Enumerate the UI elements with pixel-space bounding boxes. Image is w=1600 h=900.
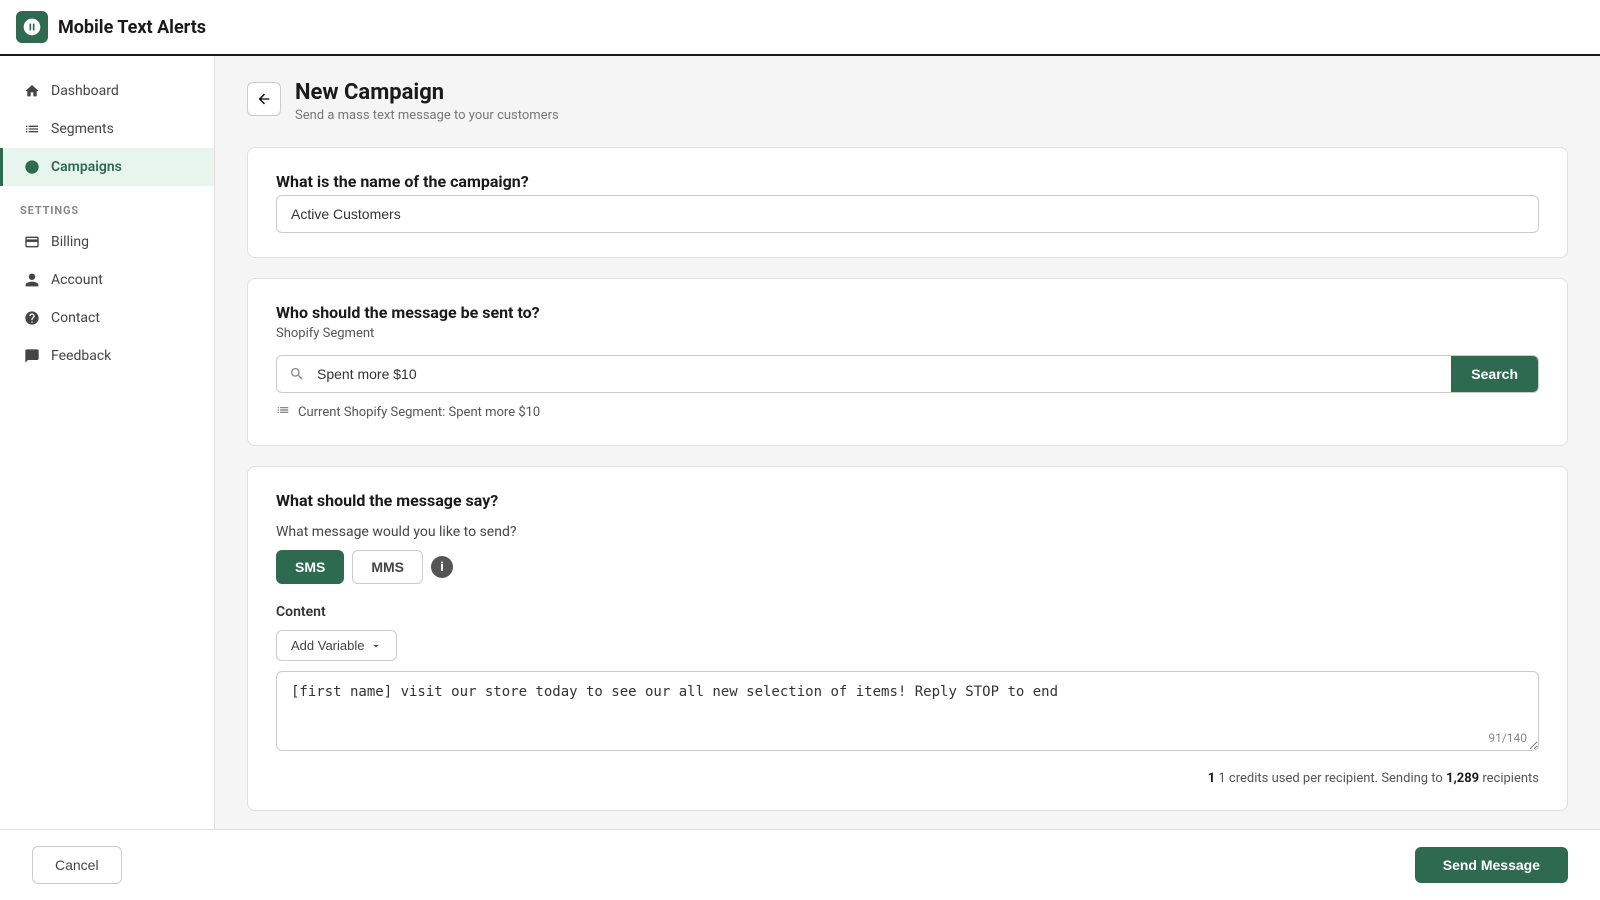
page-title: New Campaign	[295, 80, 559, 105]
contact-icon	[23, 309, 41, 327]
sidebar-label-dashboard: Dashboard	[51, 83, 119, 99]
sidebar-item-campaigns[interactable]: Campaigns	[0, 148, 214, 186]
sidebar-label-account: Account	[51, 272, 103, 288]
settings-heading: SETTINGS	[0, 186, 214, 223]
credits-number: 1	[1208, 771, 1215, 786]
message-card: What should the message say? What messag…	[247, 466, 1568, 811]
message-textarea-wrap: [first name] visit our store today to se…	[276, 671, 1539, 755]
billing-icon	[23, 233, 41, 251]
content-label: Content	[276, 604, 1539, 620]
recipients-title: Who should the message be sent to?	[276, 303, 1539, 322]
sidebar: Dashboard Segments Campaigns SETTINGS Bi…	[0, 56, 215, 829]
sidebar-item-segments[interactable]: Segments	[0, 110, 214, 148]
page-header: New Campaign Send a mass text message to…	[247, 80, 1568, 123]
sidebar-label-contact: Contact	[51, 310, 100, 326]
campaigns-icon	[23, 158, 41, 176]
message-type-label: What message would you like to send?	[276, 524, 1539, 540]
recipients-suffix: recipients	[1482, 771, 1539, 786]
cancel-button[interactable]: Cancel	[32, 846, 122, 884]
current-segment-row: Current Shopify Segment: Spent more $10	[276, 403, 1539, 421]
footer: Cancel Send Message	[0, 829, 1600, 900]
char-count: 91/140	[1488, 731, 1527, 745]
message-textarea[interactable]: [first name] visit our store today to se…	[276, 671, 1539, 751]
sidebar-item-dashboard[interactable]: Dashboard	[0, 72, 214, 110]
info-icon[interactable]: i	[431, 556, 453, 578]
sidebar-label-feedback: Feedback	[51, 348, 111, 364]
recipients-count: 1,289	[1446, 771, 1479, 786]
search-button[interactable]: Search	[1451, 356, 1538, 392]
page-subtitle: Send a mass text message to your custome…	[295, 108, 559, 123]
topbar: Mobile Text Alerts	[0, 0, 1600, 56]
sidebar-item-billing[interactable]: Billing	[0, 223, 214, 261]
message-title: What should the message say?	[276, 491, 1539, 510]
campaign-name-input[interactable]	[276, 195, 1539, 233]
campaign-name-card: What is the name of the campaign?	[247, 147, 1568, 258]
segments-icon	[23, 120, 41, 138]
add-variable-label: Add Variable	[291, 638, 364, 653]
segment-search-row: Search	[276, 355, 1539, 393]
app-title: Mobile Text Alerts	[58, 17, 206, 38]
sidebar-item-account[interactable]: Account	[0, 261, 214, 299]
segment-search-input[interactable]	[317, 356, 1451, 392]
credits-row: 1 1 credits used per recipient. Sending …	[276, 771, 1539, 786]
shopify-segment-label: Shopify Segment	[276, 326, 1539, 341]
sidebar-label-campaigns: Campaigns	[51, 159, 122, 175]
sidebar-label-billing: Billing	[51, 234, 89, 250]
send-message-button[interactable]: Send Message	[1415, 847, 1568, 883]
mms-button[interactable]: MMS	[352, 550, 423, 584]
credits-text: 1 credits used per recipient. Sending to	[1218, 771, 1446, 786]
sidebar-label-segments: Segments	[51, 121, 114, 137]
campaign-name-title: What is the name of the campaign?	[276, 172, 1539, 191]
app-logo	[16, 11, 48, 43]
segment-filter-icon	[276, 403, 290, 421]
back-button[interactable]	[247, 82, 281, 116]
sms-button[interactable]: SMS	[276, 550, 344, 584]
recipients-card: Who should the message be sent to? Shopi…	[247, 278, 1568, 446]
message-type-row: SMS MMS i	[276, 550, 1539, 584]
feedback-icon	[23, 347, 41, 365]
search-icon	[277, 366, 317, 382]
current-segment-text: Current Shopify Segment: Spent more $10	[298, 405, 540, 420]
home-icon	[23, 82, 41, 100]
page-header-text: New Campaign Send a mass text message to…	[295, 80, 559, 123]
main-content: New Campaign Send a mass text message to…	[215, 56, 1600, 829]
account-icon	[23, 271, 41, 289]
add-variable-button[interactable]: Add Variable	[276, 630, 397, 661]
sidebar-item-feedback[interactable]: Feedback	[0, 337, 214, 375]
sidebar-item-contact[interactable]: Contact	[0, 299, 214, 337]
